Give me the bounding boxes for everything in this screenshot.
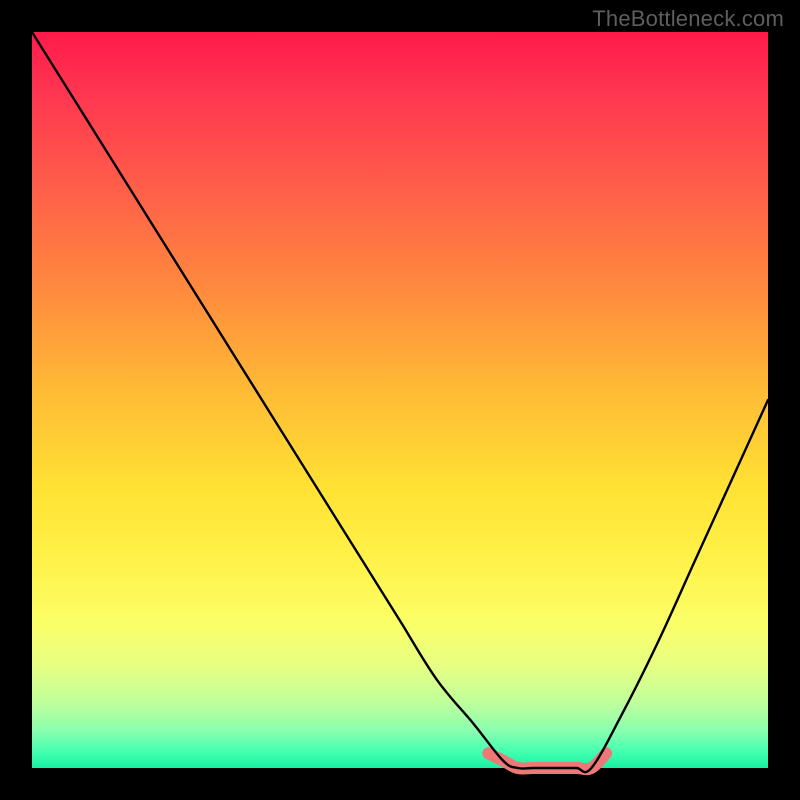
outer-frame: TheBottleneck.com	[0, 0, 800, 800]
chart-plot-area	[32, 32, 768, 768]
chart-svg	[32, 32, 768, 768]
watermark-text: TheBottleneck.com	[592, 6, 784, 32]
match-region-highlight	[488, 753, 606, 769]
bottleneck-curve	[32, 32, 768, 772]
